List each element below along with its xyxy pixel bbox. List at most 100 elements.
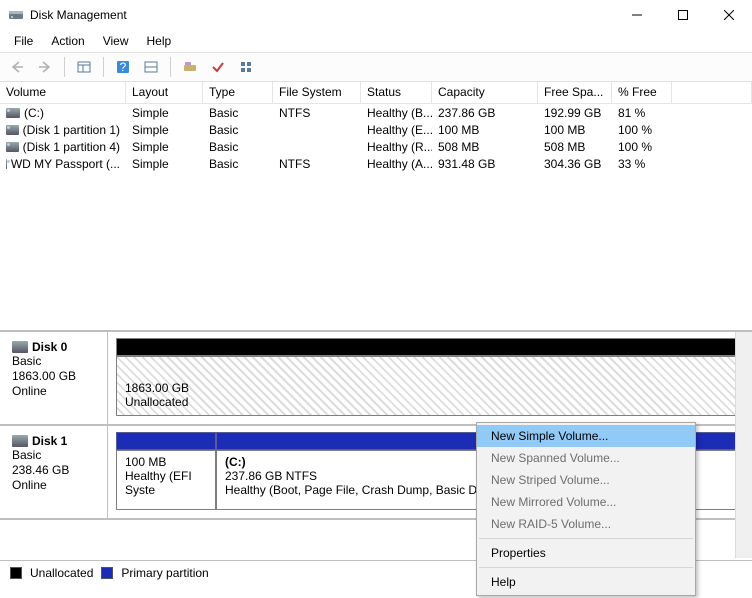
partition-size: 100 MB — [125, 455, 207, 469]
legend-primary: Primary partition — [121, 566, 208, 580]
volume-status: Healthy (E... — [361, 123, 432, 137]
forward-button[interactable] — [34, 56, 56, 78]
apply-button[interactable] — [207, 56, 229, 78]
app-icon — [8, 7, 24, 23]
volume-type: Basic — [203, 157, 273, 171]
volume-name: (C:) — [24, 106, 44, 120]
volume-fs: NTFS — [273, 157, 361, 171]
disk-type: Basic — [12, 448, 97, 463]
volume-list-pane: Volume Layout Type File System Status Ca… — [0, 82, 752, 332]
volume-layout: Simple — [126, 106, 203, 120]
close-button[interactable] — [706, 0, 752, 30]
volume-status: Healthy (A... — [361, 157, 432, 171]
unallocated-region[interactable]: 1863.00 GB Unallocated — [116, 356, 744, 416]
showhide-pane-button[interactable] — [73, 56, 95, 78]
column-type[interactable]: Type — [203, 82, 273, 103]
column-layout[interactable]: Layout — [126, 82, 203, 103]
context-item: New RAID-5 Volume... — [477, 513, 695, 535]
volume-icon — [6, 159, 7, 169]
disk-size: 238.46 GB — [12, 463, 97, 478]
column-status[interactable]: Status — [361, 82, 432, 103]
volume-free: 100 MB — [538, 123, 612, 137]
unallocated-label: Unallocated — [125, 395, 735, 409]
context-menu: New Simple Volume...New Spanned Volume..… — [476, 422, 696, 596]
minimize-button[interactable] — [614, 0, 660, 30]
menu-action[interactable]: Action — [43, 32, 92, 50]
column-freespace[interactable]: Free Spa... — [538, 82, 612, 103]
volume-icon — [6, 125, 19, 135]
toolbar-separator — [170, 57, 171, 77]
grid-icon[interactable] — [235, 56, 257, 78]
column-pctfree[interactable]: % Free — [612, 82, 672, 103]
context-item[interactable]: Help — [477, 571, 695, 593]
menu-bar: File Action View Help — [0, 30, 752, 52]
volume-list-header: Volume Layout Type File System Status Ca… — [0, 82, 752, 104]
context-item: New Striped Volume... — [477, 469, 695, 491]
column-volume[interactable]: Volume — [0, 82, 126, 103]
volume-capacity: 508 MB — [432, 140, 538, 154]
volume-capacity: 100 MB — [432, 123, 538, 137]
volume-icon — [6, 142, 19, 152]
toolbar: ? — [0, 52, 752, 82]
menu-view[interactable]: View — [95, 32, 137, 50]
titlebar: Disk Management — [0, 0, 752, 30]
legend-unallocated: Unallocated — [30, 566, 93, 580]
menu-help[interactable]: Help — [139, 32, 180, 50]
volume-rows: (C:)SimpleBasicNTFSHealthy (B...237.86 G… — [0, 104, 752, 172]
volume-row[interactable]: (C:) SimpleBasicNTFSHealthy (B...237.86 G… — [0, 104, 752, 121]
maximize-button[interactable] — [660, 0, 706, 30]
volume-row[interactable]: (Disk 1 partition 4)SimpleBasicHealthy (… — [0, 138, 752, 155]
action-wizard-button[interactable] — [179, 56, 201, 78]
context-separator — [479, 538, 693, 539]
svg-text:?: ? — [120, 60, 127, 74]
volume-status: Healthy (R... — [361, 140, 432, 154]
context-item[interactable]: New Simple Volume... — [477, 425, 695, 447]
volume-type: Basic — [203, 123, 273, 137]
volume-free: 304.36 GB — [538, 157, 612, 171]
disk-icon — [12, 435, 28, 447]
disk-status: Online — [12, 384, 97, 399]
volume-type: Basic — [203, 106, 273, 120]
legend-swatch-unallocated — [10, 567, 22, 579]
column-capacity[interactable]: Capacity — [432, 82, 538, 103]
partition-0[interactable]: 100 MB Healthy (EFI Syste — [116, 450, 216, 510]
disk-info[interactable]: Disk 0 Basic 1863.00 GB Online — [0, 332, 108, 424]
unallocated-stripe — [116, 338, 744, 356]
disk-info[interactable]: Disk 1 Basic 238.46 GB Online — [0, 426, 108, 518]
context-item: New Mirrored Volume... — [477, 491, 695, 513]
volume-name: (Disk 1 partition 1) — [23, 123, 120, 137]
settings-view-button[interactable] — [140, 56, 162, 78]
volume-fs: NTFS — [273, 106, 361, 120]
disk-row-0: Disk 0 Basic 1863.00 GB Online 1863.00 G… — [0, 332, 752, 426]
volume-layout: Simple — [126, 140, 203, 154]
disk-type: Basic — [12, 354, 97, 369]
context-separator — [479, 567, 693, 568]
volume-free: 192.99 GB — [538, 106, 612, 120]
disk-status: Online — [12, 478, 97, 493]
unallocated-size: 1863.00 GB — [125, 381, 735, 395]
volume-name: (Disk 1 partition 4) — [23, 140, 120, 154]
context-item[interactable]: Properties — [477, 542, 695, 564]
column-filesystem[interactable]: File System — [273, 82, 361, 103]
disk-name: Disk 1 — [32, 434, 67, 448]
vertical-scrollbar[interactable] — [735, 332, 752, 558]
context-item: New Spanned Volume... — [477, 447, 695, 469]
disk-icon — [12, 341, 28, 353]
partition-health: Healthy (EFI Syste — [125, 469, 207, 497]
back-button[interactable] — [6, 56, 28, 78]
menu-file[interactable]: File — [6, 32, 41, 50]
legend-swatch-primary — [101, 567, 113, 579]
volume-row[interactable]: (Disk 1 partition 1) SimpleBasic Healthy (… — [0, 121, 752, 138]
volume-capacity: 931.48 GB — [432, 157, 538, 171]
volume-row[interactable]: WD MY Passport (...SimpleBasicNTFSHealth… — [0, 155, 752, 172]
volume-capacity: 237.86 GB — [432, 106, 538, 120]
volume-pct: 81 % — [612, 106, 672, 120]
toolbar-separator — [64, 57, 65, 77]
help-button[interactable]: ? — [112, 56, 134, 78]
volume-layout: Simple — [126, 123, 203, 137]
volume-status: Healthy (B... — [361, 106, 432, 120]
volume-pct: 33 % — [612, 157, 672, 171]
volume-pct: 100 % — [612, 140, 672, 154]
volume-pct: 100 % — [612, 123, 672, 137]
window-title: Disk Management — [30, 8, 614, 22]
